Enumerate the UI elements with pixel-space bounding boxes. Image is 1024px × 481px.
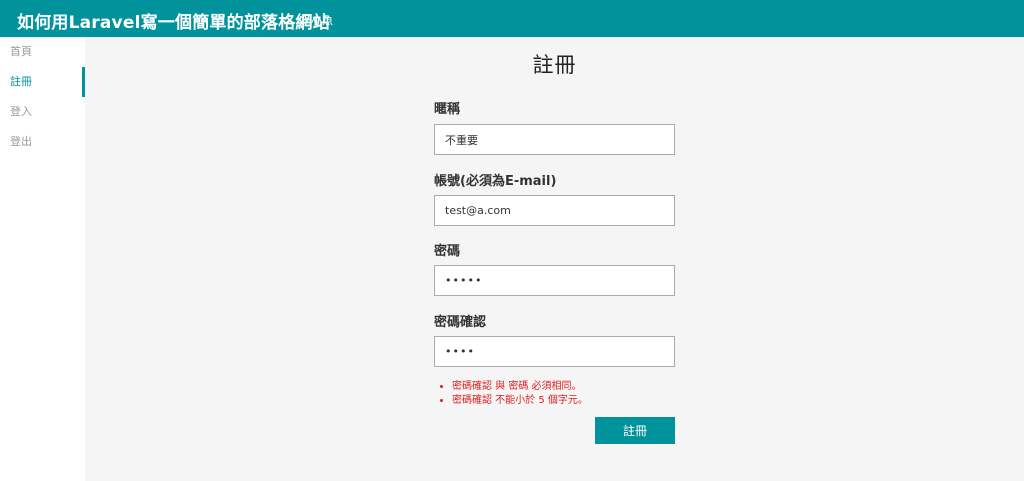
sidebar-item-label: 登出 [10,135,32,148]
sidebar: 首頁 註冊 登入 登出 [0,37,85,481]
top-navbar: 如何用Laravel寫一個簡單的部落格網站 小魚 [0,0,1024,37]
register-button[interactable]: 註冊 [595,417,675,444]
sidebar-item-register[interactable]: 註冊 [0,67,85,97]
sidebar-item-login[interactable]: 登入 [0,97,85,127]
error-message: 密碼確認 與 密碼 必須相同。 [452,380,588,394]
user-name[interactable]: 小魚 [311,12,333,28]
email-field[interactable] [434,195,675,226]
nickname-label: 暱稱 [434,102,461,117]
password-confirm-field[interactable] [434,336,675,367]
error-message: 密碼確認 不能小於 5 個字元。 [452,394,588,408]
error-list: 密碼確認 與 密碼 必須相同。 密碼確認 不能小於 5 個字元。 [452,380,588,408]
nickname-field[interactable] [434,124,675,155]
page-title: 註冊 [532,53,577,77]
account-label: 帳號(必須為E-mail) [434,174,557,189]
password-label: 密碼 [434,244,461,259]
password-confirm-label: 密碼確認 [434,315,487,330]
site-title-link[interactable]: 如何用Laravel寫一個簡單的部落格網站 [17,8,330,33]
main-content: 註冊 暱稱 帳號(必須為E-mail) 密碼 密碼確認 密碼確認 與 密碼 必須… [85,37,1024,481]
sidebar-item-logout[interactable]: 登出 [0,127,85,157]
sidebar-item-label: 註冊 [10,75,32,88]
sidebar-item-label: 首頁 [10,45,32,58]
sidebar-item-label: 登入 [10,105,32,118]
password-field[interactable] [434,265,675,296]
sidebar-item-home[interactable]: 首頁 [0,37,85,67]
